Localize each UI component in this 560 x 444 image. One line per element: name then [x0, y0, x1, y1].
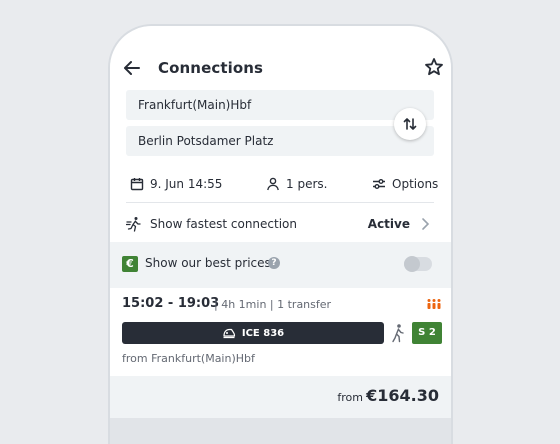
destination-field[interactable]: Berlin Potsdamer Platz [126, 126, 434, 156]
swap-vertical-icon [403, 118, 417, 130]
best-prices-label: Show our best prices [145, 256, 271, 270]
connection-card[interactable]: 15:02 - 19:03 | 4h 1min | 1 transfer ICE… [110, 288, 451, 376]
arrow-left-icon[interactable] [122, 58, 142, 78]
search-header: Connections Frankfurt(Main)Hbf Berlin Po… [110, 26, 451, 242]
passenger-selector[interactable]: 1 pers. [266, 174, 327, 194]
running-person-icon [126, 217, 141, 232]
info-icon[interactable]: ? [268, 257, 280, 269]
sliders-icon [373, 179, 385, 189]
price-row[interactable]: from €164.30 [110, 376, 451, 418]
s-bahn-badge[interactable]: S 2 [412, 322, 442, 344]
person-icon [267, 177, 279, 191]
search-parameters: 9. Jun 14:55 1 pers. Options [126, 174, 438, 194]
occupancy-icon [427, 299, 441, 309]
fastest-connection-label: Show fastest connection [150, 217, 297, 231]
origin-field[interactable]: Frankfurt(Main)Hbf [126, 90, 434, 120]
page-title: Connections [158, 59, 264, 77]
euro-badge-icon: € [122, 256, 138, 272]
train-segment[interactable]: ICE 836 [122, 322, 384, 344]
next-connection-card [110, 418, 451, 444]
calendar-icon [130, 178, 144, 191]
swap-button[interactable] [394, 108, 426, 140]
star-outline-icon[interactable] [424, 57, 444, 77]
price-amount: €164.30 [366, 386, 439, 405]
train-label: ICE 836 [241, 327, 285, 339]
fastest-connection-status: Active [367, 217, 410, 231]
options-button[interactable]: Options [372, 174, 438, 194]
fastest-connection-row[interactable]: Show fastest connection Active [126, 212, 434, 236]
best-prices-toggle[interactable] [404, 256, 432, 272]
best-prices-banner: € Show our best prices ? [110, 242, 451, 286]
date-label: 9. Jun 14:55 [150, 177, 223, 191]
price-prefix: from [337, 391, 363, 404]
passenger-label: 1 pers. [286, 177, 328, 191]
toggle-knob [404, 256, 420, 272]
options-label: Options [392, 177, 439, 191]
connection-times: 15:02 - 19:03 [122, 296, 220, 311]
connection-meta: | 4h 1min | 1 transfer [214, 298, 332, 311]
divider [126, 202, 434, 203]
chevron-right-icon [422, 218, 430, 230]
date-selector[interactable]: 9. Jun 14:55 [130, 174, 222, 194]
departure-station: from Frankfurt(Main)Hbf [122, 352, 255, 365]
phone-frame: Connections Frankfurt(Main)Hbf Berlin Po… [108, 24, 453, 444]
train-icon [223, 328, 235, 339]
walking-icon [392, 324, 404, 343]
